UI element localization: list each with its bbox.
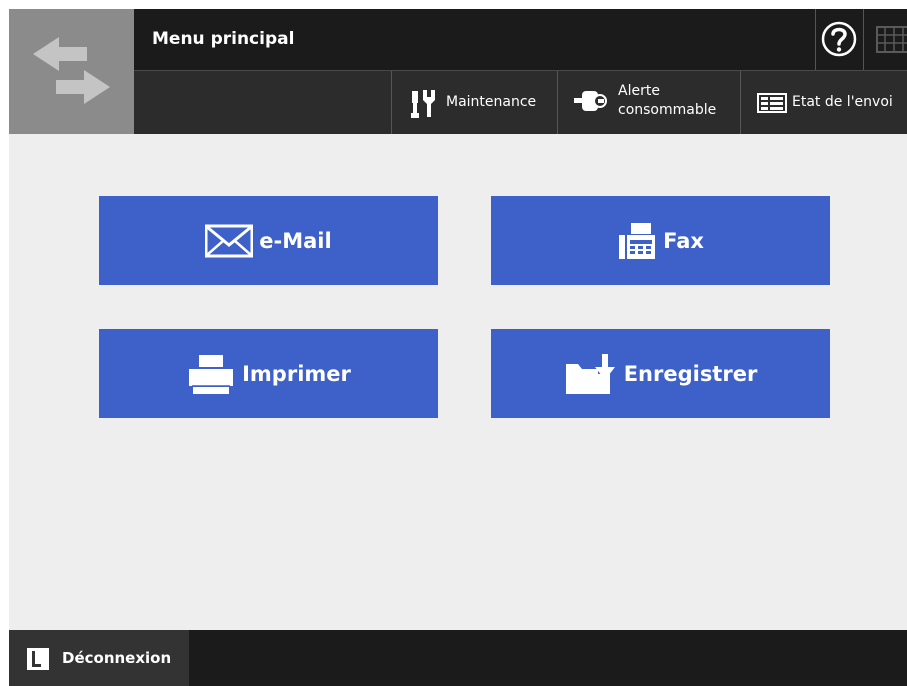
page-title: Menu principal	[152, 29, 295, 49]
keyboard-button[interactable]	[864, 9, 907, 70]
maintenance-button[interactable]: Maintenance	[391, 71, 557, 134]
logout-button[interactable]: Déconnexion	[9, 630, 189, 686]
maintenance-label: Maintenance	[446, 94, 537, 110]
save-label: Enregistrer	[623, 361, 758, 386]
wrench-screwdriver-icon	[411, 90, 435, 118]
swap-arrows-icon	[33, 37, 110, 104]
email-label: e-Mail	[259, 228, 332, 253]
toolbar: Maintenance Alerte consommable Etat de l…	[134, 70, 907, 134]
logout-label: Déconnexion	[62, 649, 172, 667]
status-list-icon	[757, 93, 787, 113]
logout-icon	[27, 648, 49, 670]
save-button[interactable]: Enregistrer	[491, 329, 830, 418]
consumable-alert-label: Alerte consommable	[618, 83, 717, 118]
title-bar: Menu principal	[134, 9, 907, 70]
home-logo-tile[interactable]	[9, 9, 134, 134]
send-status-label: Etat de l'envoi	[792, 94, 893, 110]
fax-machine-icon	[619, 222, 656, 259]
send-status-button[interactable]: Etat de l'envoi	[740, 71, 907, 134]
roller-icon	[574, 91, 607, 111]
keyboard-icon	[876, 26, 907, 53]
email-button[interactable]: e-Mail	[99, 196, 438, 285]
envelope-icon	[205, 224, 254, 257]
fax-label: Fax	[663, 228, 704, 253]
print-button[interactable]: Imprimer	[99, 329, 438, 418]
fax-button[interactable]: Fax	[491, 196, 830, 285]
printer-icon	[189, 354, 234, 394]
bottom-bar: Déconnexion	[9, 630, 907, 686]
consumable-alert-button[interactable]: Alerte consommable	[557, 71, 740, 134]
help-button[interactable]	[815, 9, 864, 70]
folder-download-icon	[565, 353, 615, 394]
print-label: Imprimer	[242, 361, 351, 386]
help-icon	[821, 21, 857, 57]
app-screen: Menu principal Maintenance Alerte consom…	[9, 9, 907, 686]
